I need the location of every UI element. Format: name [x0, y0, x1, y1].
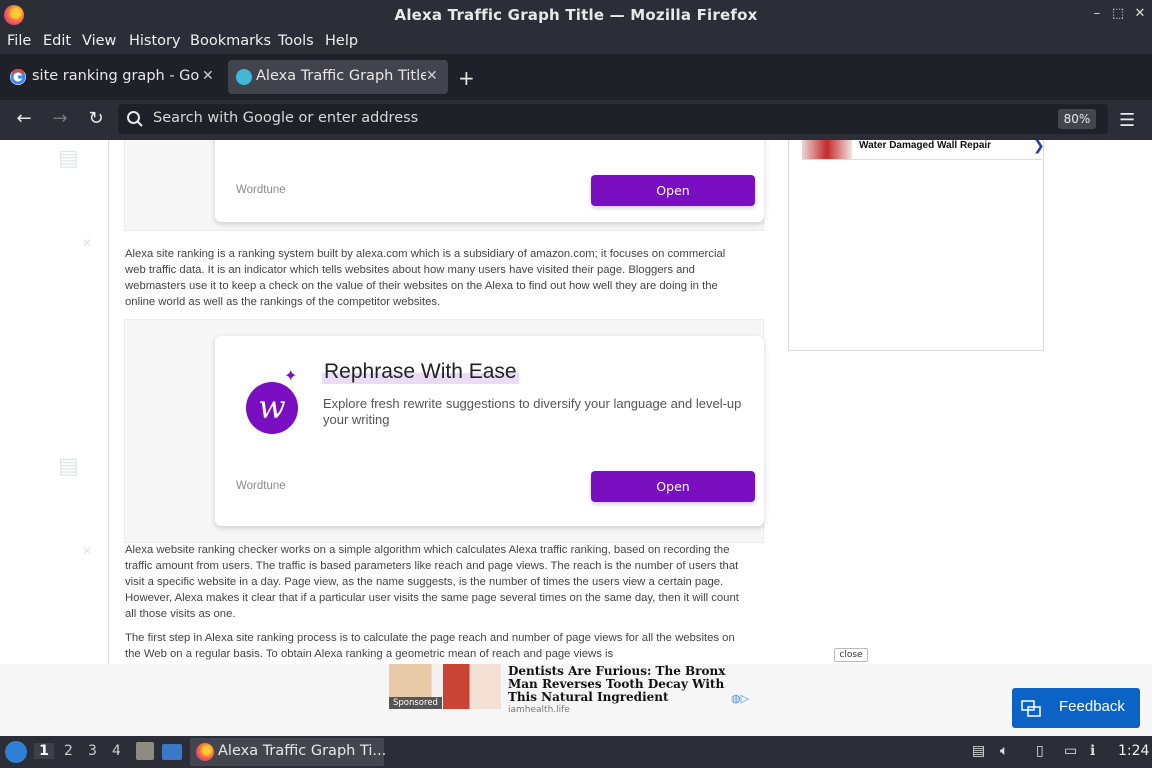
site-icon — [236, 69, 252, 85]
search-icon — [126, 110, 144, 132]
sponsored-label: Sponsored — [389, 697, 442, 709]
paragraph: Alexa site ranking is a ranking system b… — [125, 248, 726, 308]
ad-source: iamhealth.life — [508, 705, 570, 712]
page-content: ▤ ✕ ▤ ✕ Wordtune Open Alexa site ranking… — [0, 140, 1152, 664]
taskbar-app-label: Alexa Traffic Graph Ti... — [218, 743, 387, 759]
close-tab-icon[interactable]: ✕ — [202, 68, 214, 84]
back-icon[interactable]: ← — [12, 108, 36, 129]
desktop-icon[interactable] — [162, 744, 182, 760]
ad-headline[interactable]: Rephrase With Ease — [322, 360, 519, 384]
close-tab-icon[interactable]: ✕ — [426, 68, 438, 84]
hamburger-menu-icon[interactable]: ☰ — [1119, 110, 1135, 131]
google-icon — [10, 68, 26, 85]
divider — [802, 159, 1042, 160]
workspace-1[interactable]: 1 — [34, 743, 54, 759]
document-icon: ▤ — [58, 146, 79, 171]
workspace-4[interactable]: 4 — [112, 743, 121, 759]
clock: 1:24 — [1118, 743, 1150, 759]
menu-history[interactable]: History — [129, 33, 181, 49]
feedback-icon — [1020, 697, 1042, 719]
feedback-button[interactable]: Feedback — [1012, 688, 1140, 728]
feedback-label: Feedback — [1059, 698, 1125, 715]
ad-subtext: Explore fresh rewrite suggestions to div… — [323, 396, 742, 427]
chevron-right-icon[interactable]: ❯ — [1033, 140, 1045, 154]
network-icon[interactable]: ▭ — [1064, 743, 1077, 759]
ad-open-button[interactable]: Open — [591, 175, 755, 206]
paragraph: Alexa website ranking checker works on a… — [125, 544, 739, 620]
side-ad-box — [788, 140, 1044, 351]
tab-site-ranking[interactable]: site ranking graph - Goo ✕ — [2, 60, 220, 94]
address-placeholder: Search with Google or enter address — [153, 110, 419, 126]
new-tab-icon[interactable]: + — [458, 66, 475, 90]
side-ad-image[interactable] — [802, 140, 852, 159]
adchoices-icon[interactable]: ◍▷ — [731, 692, 749, 705]
ad-brand: Wordtune — [236, 480, 286, 492]
tab-label: Alexa Traffic Graph Title — [256, 68, 426, 84]
taskbar-firefox-window[interactable]: Alexa Traffic Graph Ti... — [190, 738, 387, 766]
wordtune-logo-icon: w — [246, 382, 298, 434]
tab-bar: site ranking graph - Goo ✕ Alexa Traffic… — [0, 54, 1152, 100]
paragraph: The first step in Alexa site ranking pro… — [125, 632, 735, 660]
zoom-level-button[interactable]: 80% — [1058, 109, 1096, 129]
restore-button[interactable]: ⬚ — [1109, 6, 1127, 21]
menu-bar: File Edit View History Bookmarks Tools H… — [0, 30, 1152, 54]
ad-open-button[interactable]: Open — [591, 471, 755, 502]
close-icon: ✕ — [82, 236, 93, 250]
title-bar: Alexa Traffic Graph Title — Mozilla Fire… — [0, 0, 1152, 30]
workspace-3[interactable]: 3 — [88, 743, 97, 759]
forward-icon[interactable]: → — [48, 108, 72, 129]
workspace-2[interactable]: 2 — [64, 743, 73, 759]
document-icon: ▤ — [58, 454, 79, 479]
menu-tools[interactable]: Tools — [278, 33, 314, 49]
storage-icon[interactable]: ▤ — [972, 743, 985, 759]
address-bar[interactable]: Search with Google or enter address — [118, 104, 1108, 134]
reload-icon[interactable]: ↻ — [84, 108, 108, 129]
side-ad-title[interactable]: Water Damaged Wall Repair — [859, 140, 991, 151]
menu-file[interactable]: File — [7, 33, 31, 49]
start-menu-icon[interactable] — [5, 741, 27, 763]
nav-bar: ← → ↻ Search with Google or enter addres… — [0, 100, 1152, 140]
close-icon: ✕ — [82, 544, 93, 558]
ad-headline[interactable]: Dentists Are Furious: The Bronx Man Reve… — [508, 665, 753, 704]
sparkle-icon: ✦ — [284, 366, 298, 385]
volume-icon[interactable]: 🔈︎ — [1000, 743, 1008, 759]
clipboard-icon[interactable]: ▯ — [1036, 743, 1044, 759]
menu-bookmarks[interactable]: Bookmarks — [190, 33, 271, 49]
window-title: Alexa Traffic Graph Title — Mozilla Fire… — [394, 6, 758, 24]
menu-edit[interactable]: Edit — [43, 33, 71, 49]
firefox-logo-icon — [196, 743, 214, 761]
divider — [108, 140, 109, 664]
close-button[interactable]: ✕ — [1131, 6, 1149, 21]
tab-alexa-traffic[interactable]: Alexa Traffic Graph Title ✕ — [228, 60, 448, 94]
menu-help[interactable]: Help — [325, 33, 358, 49]
notification-icon[interactable]: ℹ — [1090, 743, 1095, 759]
menu-view[interactable]: View — [82, 33, 116, 49]
taskbar: 1 2 3 4 Alexa Traffic Graph Ti... ▤ 🔈︎ ▯… — [0, 736, 1152, 768]
file-manager-icon[interactable] — [136, 742, 154, 760]
ad-brand: Wordtune — [236, 184, 286, 196]
minimize-button[interactable]: – — [1088, 6, 1106, 21]
ad-close-button[interactable]: close — [834, 648, 868, 662]
tab-label: site ranking graph - Goo — [32, 68, 200, 84]
